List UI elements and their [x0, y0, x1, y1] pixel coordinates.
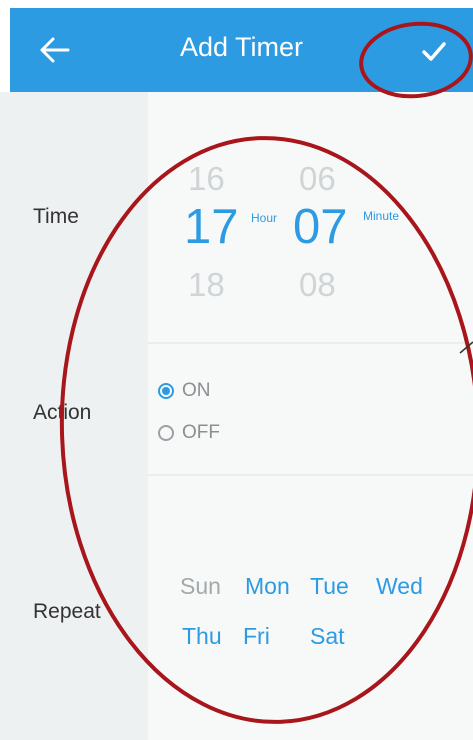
app-bar: Add Timer — [10, 8, 473, 92]
minute-selected[interactable]: 07 — [293, 199, 348, 255]
divider — [148, 474, 473, 476]
day-wed[interactable]: Wed — [376, 573, 423, 600]
day-mon[interactable]: Mon — [245, 573, 290, 600]
checkmark-icon — [422, 42, 446, 61]
page-title: Add Timer — [179, 32, 304, 62]
repeat-label: Repeat — [33, 600, 101, 623]
top-bar-background: Add Timer — [0, 0, 473, 92]
action-on-option[interactable]: ON — [158, 380, 211, 402]
day-fri[interactable]: Fri — [243, 623, 270, 650]
time-label: Time — [33, 205, 79, 228]
hour-prev[interactable]: 16 — [188, 160, 225, 198]
action-on-label: ON — [182, 380, 211, 401]
divider — [148, 342, 473, 344]
radio-unchecked-icon — [158, 425, 174, 441]
day-sun[interactable]: Sun — [180, 573, 221, 600]
action-off-option[interactable]: OFF — [158, 422, 220, 444]
minute-prev[interactable]: 06 — [299, 160, 336, 198]
hour-selected[interactable]: 17 — [184, 199, 239, 255]
action-off-label: OFF — [182, 422, 220, 443]
day-thu[interactable]: Thu — [182, 623, 222, 650]
day-tue[interactable]: Tue — [310, 573, 349, 600]
day-sat[interactable]: Sat — [310, 623, 345, 650]
confirm-button[interactable] — [412, 30, 456, 74]
minute-unit: Minute — [363, 209, 400, 223]
action-label: Action — [33, 401, 92, 424]
radio-checked-icon — [158, 383, 174, 399]
hour-unit: Hour — [251, 211, 278, 225]
minute-next[interactable]: 08 — [299, 266, 336, 304]
hour-next[interactable]: 18 — [188, 266, 225, 304]
